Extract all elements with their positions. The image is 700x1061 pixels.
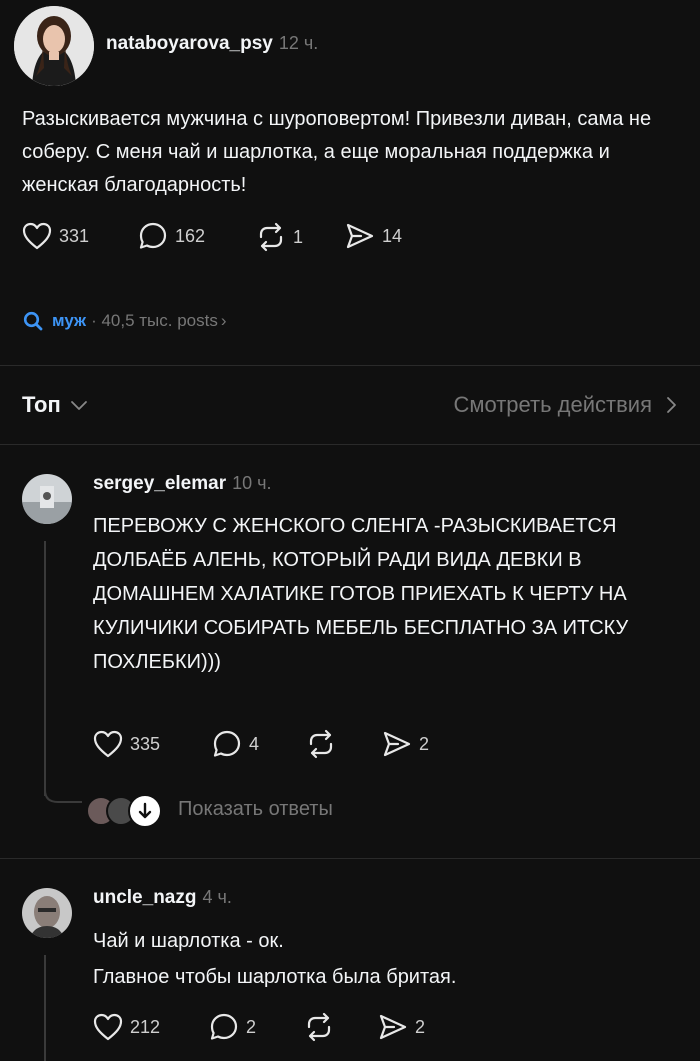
post-text: Разыскивается мужчина с шуроповертом! Пр…: [22, 108, 652, 196]
repost-count: 1: [293, 226, 304, 247]
repost-button[interactable]: [306, 729, 336, 759]
sort-dropdown[interactable]: Топ: [22, 392, 89, 418]
show-replies-label: Показать ответы: [178, 797, 333, 820]
comment-button[interactable]: 162: [138, 222, 205, 250]
comment-icon: [213, 730, 241, 757]
share-button[interactable]: 2: [378, 1013, 425, 1041]
divider: [0, 365, 700, 366]
chevron-down-icon: [70, 401, 87, 410]
comment-header: uncle_nazg 4 ч.: [93, 887, 232, 909]
chevron-right-icon: ›: [220, 311, 227, 330]
topic-link[interactable]: муж · 40,5 тыс. posts ›: [22, 310, 227, 332]
share-count: 14: [382, 225, 403, 246]
heart-icon: [22, 222, 52, 250]
heart-icon: [93, 730, 123, 758]
avatar-image: [14, 6, 94, 86]
post-username[interactable]: nataboyarova_psy: [106, 33, 273, 54]
post-time: 12 ч.: [278, 33, 319, 53]
topic-name: муж: [52, 311, 87, 330]
avatar-image: [22, 888, 72, 938]
post-header: nataboyarova_psy 12 ч.: [106, 33, 318, 55]
comment-author-avatar[interactable]: [22, 474, 72, 524]
divider: [0, 444, 700, 445]
comment-username[interactable]: uncle_nazg: [93, 887, 196, 908]
thread-line: [44, 955, 46, 1061]
topic-count: · 40,5 тыс. posts: [91, 311, 218, 330]
share-icon: [383, 731, 411, 757]
comment-author-avatar[interactable]: [22, 888, 72, 938]
share-count: 2: [419, 733, 430, 754]
share-button[interactable]: 2: [382, 730, 429, 758]
arrow-down-icon: [128, 794, 162, 828]
comment-header: sergey_elemar 10 ч.: [93, 473, 272, 495]
repost-button[interactable]: [304, 1012, 334, 1042]
share-count: 2: [415, 1016, 426, 1037]
chevron-right-icon: [667, 397, 676, 413]
thread-line: [44, 541, 46, 796]
like-count: 331: [59, 225, 90, 246]
comment-time: 10 ч.: [232, 473, 272, 493]
comment-time: 4 ч.: [202, 887, 232, 907]
comment-button[interactable]: 4: [212, 730, 259, 758]
like-button[interactable]: 212: [93, 1013, 160, 1041]
heart-icon: [93, 1013, 123, 1041]
repost-button[interactable]: 1: [256, 222, 303, 252]
comment-button[interactable]: 2: [209, 1013, 256, 1041]
like-count: 335: [130, 733, 161, 754]
comment-icon: [139, 222, 167, 249]
repost-icon: [309, 729, 333, 759]
comment-text-line2: Главное чтобы шарлотка была бритая.: [93, 966, 457, 988]
like-count: 212: [130, 1016, 161, 1037]
divider: [0, 858, 700, 859]
post-author-avatar[interactable]: [14, 6, 94, 86]
comment-text: ПЕРЕВОЖУ С ЖЕНСКОГО СЛЕНГА -РАЗЫСКИВАЕТС…: [93, 515, 629, 673]
repost-icon: [259, 222, 283, 252]
repost-icon: [307, 1012, 331, 1042]
view-activity-link[interactable]: Смотреть действия: [453, 392, 678, 418]
search-icon: [23, 311, 43, 331]
comment-count: 4: [249, 733, 260, 754]
like-button[interactable]: 335: [93, 730, 160, 758]
comment-text-line1: Чай и шарлотка - ок.: [93, 930, 284, 952]
share-icon: [379, 1014, 407, 1040]
comment-username[interactable]: sergey_elemar: [93, 473, 226, 494]
sort-label: Топ: [22, 392, 61, 417]
share-icon: [346, 223, 374, 249]
comment-count: 2: [246, 1016, 257, 1037]
like-button[interactable]: 331: [22, 222, 89, 250]
comment-count: 162: [175, 225, 206, 246]
share-button[interactable]: 14: [345, 222, 402, 250]
comment-icon: [210, 1013, 238, 1040]
thread-connector: [44, 780, 82, 803]
show-replies-button[interactable]: Показать ответы: [86, 794, 333, 828]
avatar-image: [22, 474, 72, 524]
reply-avatars: [86, 794, 162, 828]
view-activity-label: Смотреть действия: [453, 392, 652, 417]
